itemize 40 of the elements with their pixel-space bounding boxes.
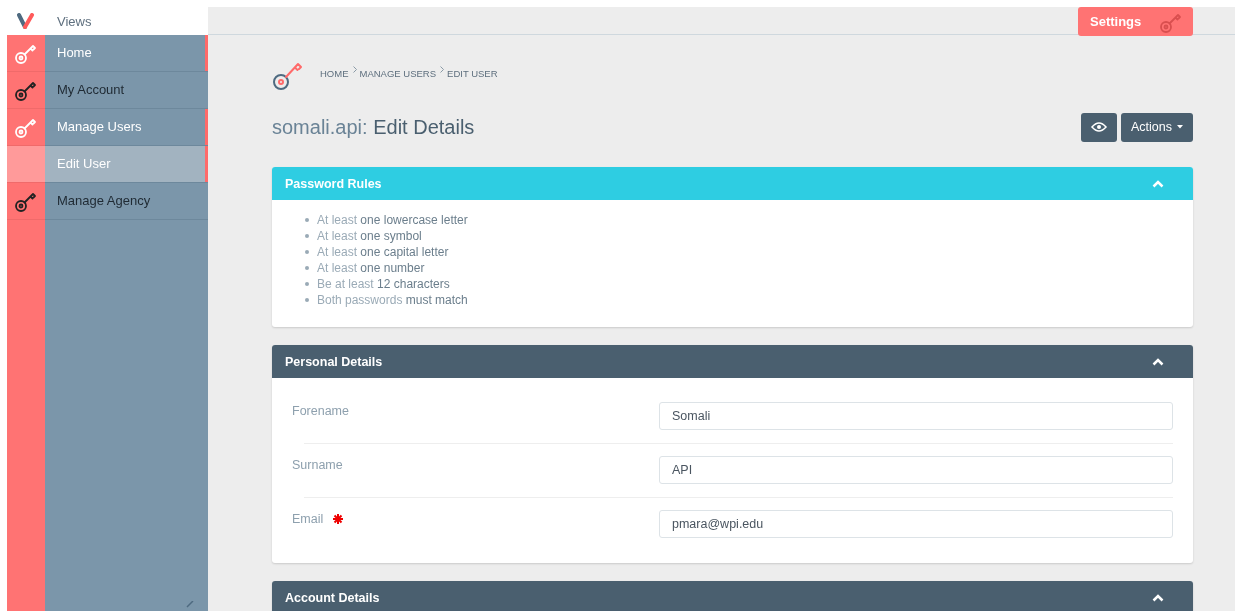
bullet-icon (305, 234, 309, 238)
breadcrumb-link[interactable]: HOME (320, 67, 349, 79)
field-label: Forename (292, 404, 349, 418)
chevron-right-icon (352, 66, 357, 73)
bullet-icon (305, 218, 309, 222)
bullet-icon (305, 298, 309, 302)
sidebar-item[interactable]: My Account (7, 72, 208, 109)
actions-dropdown-button[interactable]: Actions (1121, 112, 1193, 142)
app-title: Views (56, 13, 92, 29)
field-label: Email (292, 512, 324, 526)
eye-icon (1091, 122, 1107, 132)
text-input-field[interactable]: Somali (659, 402, 1173, 430)
password-rule: At least one symbol (317, 228, 422, 244)
bullet-icon (305, 250, 309, 254)
password-rule: Be at least 12 characters (317, 276, 450, 292)
field-label: Surname (292, 458, 343, 472)
text-input-field[interactable]: pmara@wpi.edu (659, 510, 1173, 538)
sidebar-item[interactable]: Manage Agency (7, 183, 208, 220)
breadcrumb-link[interactable]: EDIT USER (447, 67, 498, 79)
panel-title: Password Rules (285, 176, 383, 191)
password-rule: At least one lowercase letter (317, 212, 468, 228)
page-title: somali.api: Edit Details (272, 115, 475, 139)
panel-header[interactable]: Personal Details (272, 345, 1193, 378)
panel-title: Account Details (285, 590, 381, 605)
bullet-icon (305, 266, 309, 270)
logo-icon (17, 13, 35, 29)
settings-tab[interactable]: Settings (1078, 7, 1193, 36)
chevron-right-icon (440, 66, 445, 73)
breadcrumb-link[interactable]: MANAGE USERS (359, 67, 437, 79)
caret-icon (1177, 125, 1183, 129)
bullet-icon (305, 282, 309, 286)
view-button[interactable] (1081, 112, 1117, 142)
chevron-up-icon[interactable] (1152, 357, 1164, 366)
chevron-up-icon[interactable] (1152, 593, 1164, 602)
panel-title: Personal Details (285, 354, 384, 369)
password-rule: At least one capital letter (317, 244, 449, 260)
panel-header[interactable]: Account Details (272, 581, 1193, 611)
password-rule: At least one number (317, 260, 425, 276)
password-rule: Both passwords must match (317, 292, 468, 308)
text-input-field[interactable]: API (659, 456, 1173, 484)
